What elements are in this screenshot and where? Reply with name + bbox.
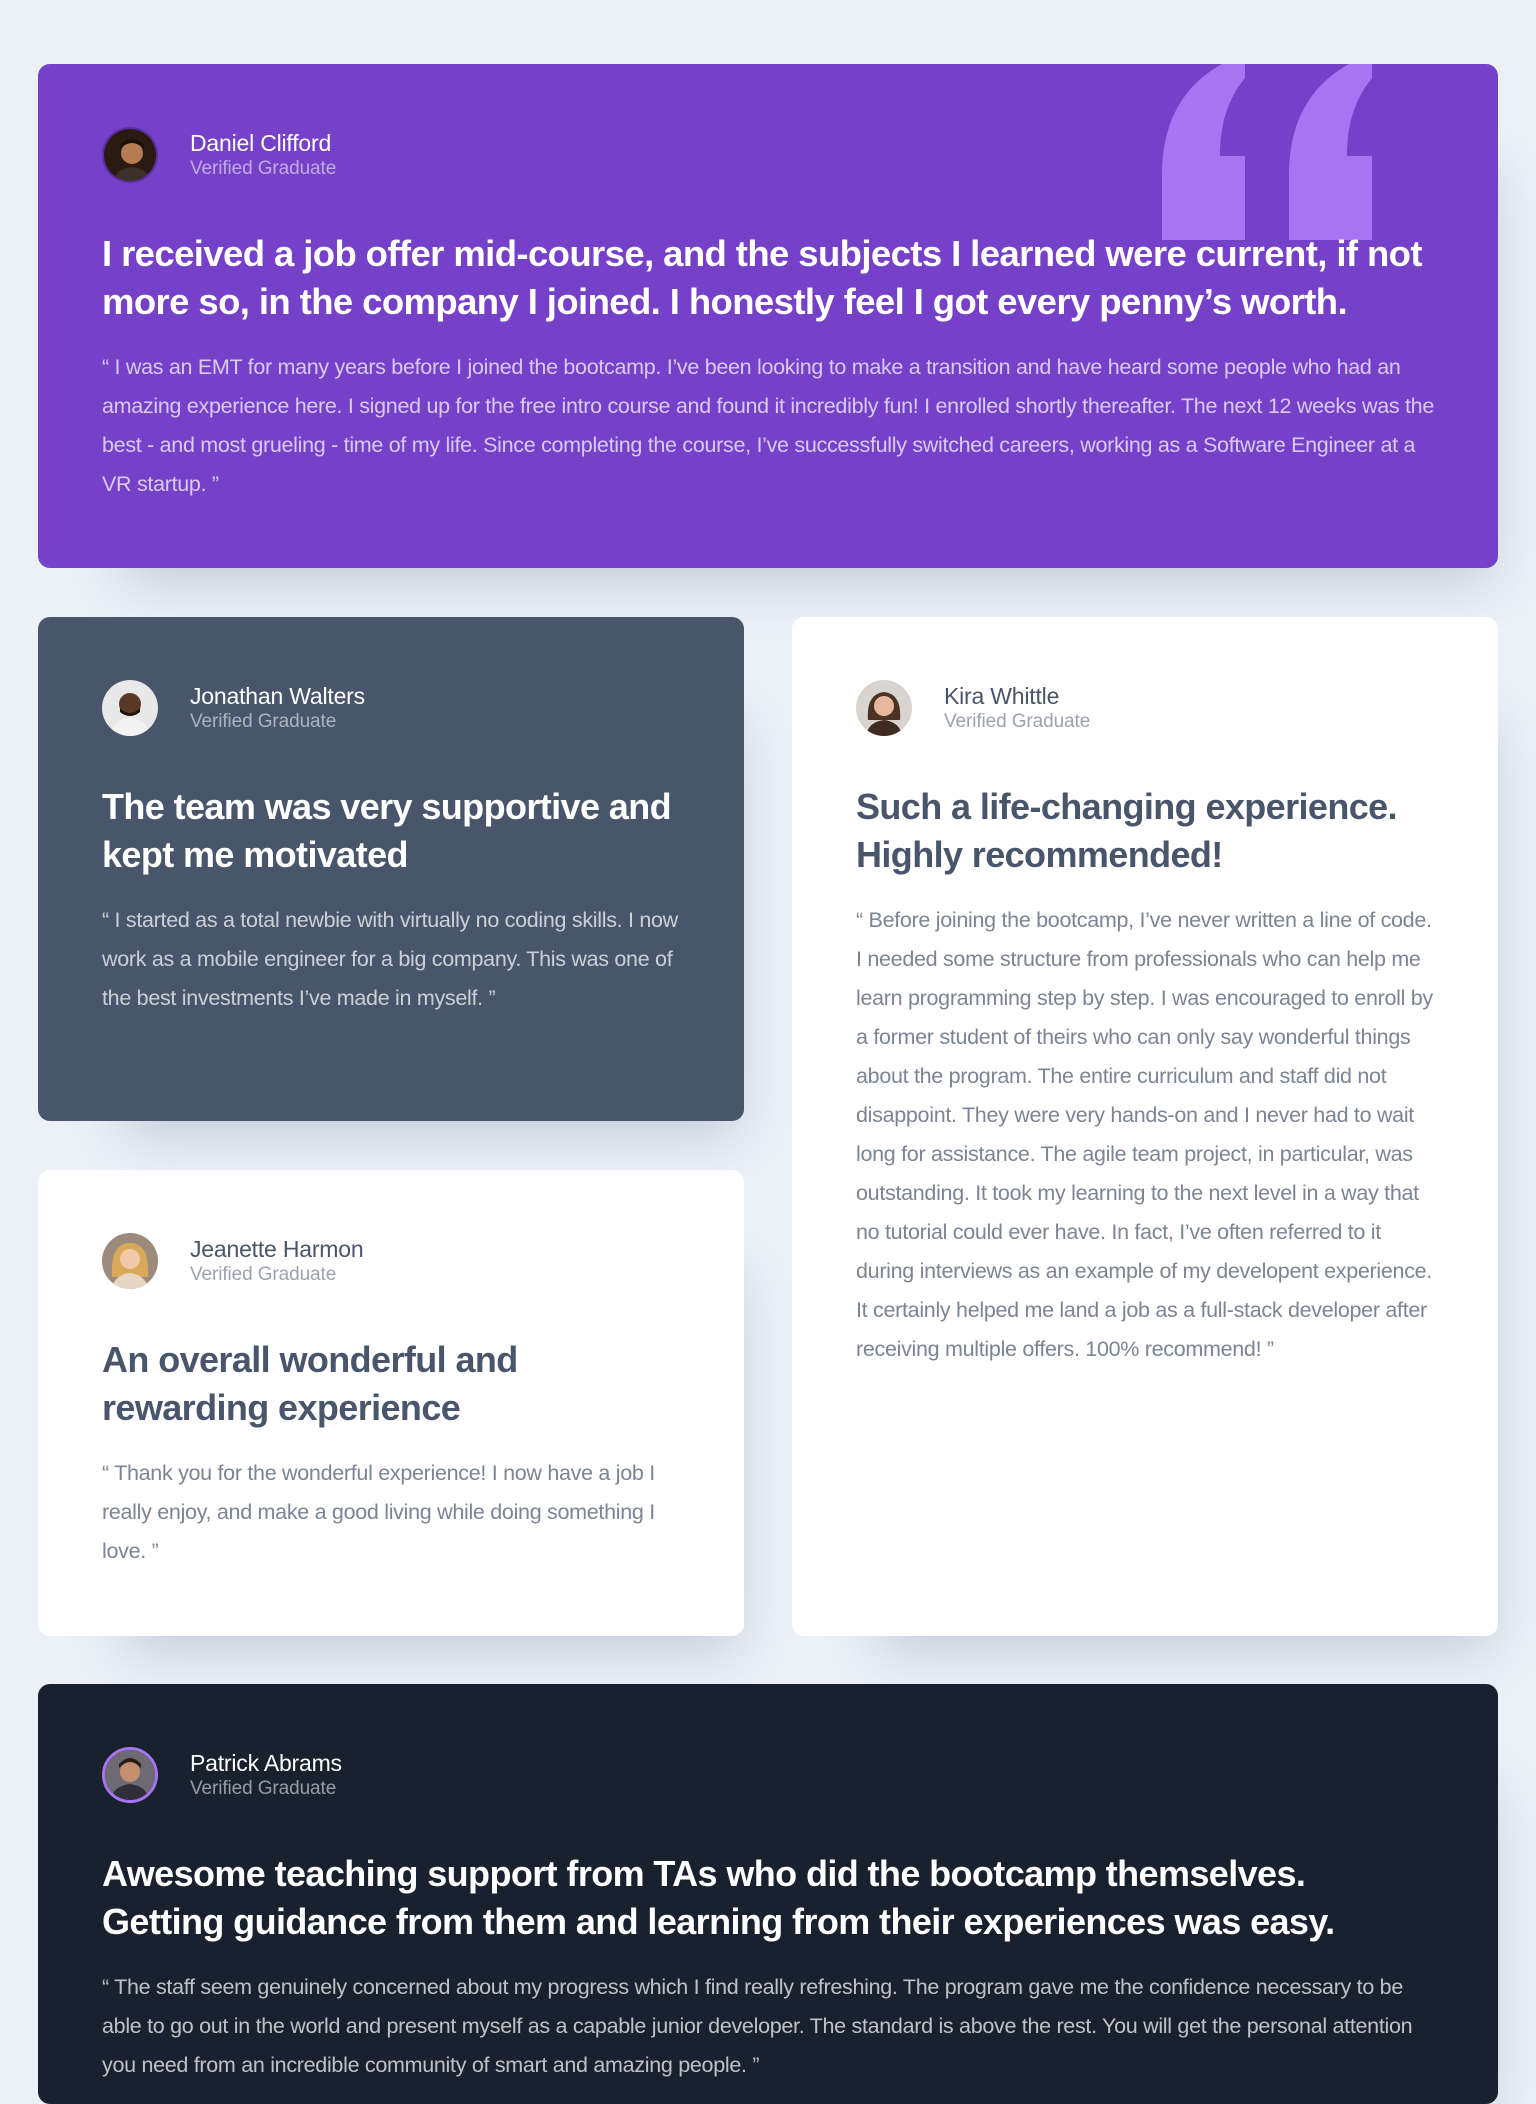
testimonial-header: Jonathan Walters Verified Graduate (102, 679, 680, 737)
author-name: Kira Whittle (944, 683, 1060, 709)
testimonial-headline: I received a job offer mid-course, and t… (102, 233, 1423, 322)
avatar (856, 680, 912, 736)
author-role: Verified Graduate (190, 711, 337, 732)
testimonial-header: Kira Whittle Verified Graduate (856, 679, 1434, 737)
author-role: Verified Graduate (190, 158, 337, 179)
testimonial-body: “ I was an EMT for many years before I j… (102, 355, 1435, 496)
author-role: Verified Graduate (944, 711, 1091, 732)
testimonial-headline: Such a life-changing experience. Highly … (856, 786, 1398, 875)
testimonial-headline: Awesome teaching support from TAs who di… (102, 1853, 1335, 1942)
author-role: Verified Graduate (190, 1778, 337, 1799)
testimonial-headline: An overall wonderful and rewarding exper… (102, 1339, 518, 1428)
avatar (102, 127, 158, 183)
testimonial-header: Daniel Clifford Verified Graduate (102, 126, 1434, 184)
avatar (102, 680, 158, 736)
author-name: Jonathan Walters (190, 683, 365, 709)
author-name: Jeanette Harmon (190, 1236, 364, 1262)
testimonial-body: “ Before joining the bootcamp, I’ve neve… (856, 908, 1433, 1361)
author-name: Daniel Clifford (190, 130, 332, 156)
testimonial-header: Jeanette Harmon Verified Graduate (102, 1232, 680, 1290)
testimonial-body: “ The staff seem genuinely concerned abo… (102, 1975, 1413, 2077)
testimonial-card-jonathan-walters: Jonathan Walters Verified Graduate The t… (38, 617, 744, 1121)
testimonial-card-kira-whittle: Kira Whittle Verified Graduate Such a li… (792, 617, 1498, 1636)
testimonial-card-daniel-clifford: Daniel Clifford Verified Graduate I rece… (38, 64, 1498, 568)
testimonial-header: Patrick Abrams Verified Graduate (102, 1746, 1434, 1804)
avatar (102, 1747, 158, 1803)
testimonial-body: “ I started as a total newbie with virtu… (102, 908, 678, 1010)
testimonial-card-patrick-abrams: Patrick Abrams Verified Graduate Awesome… (38, 1684, 1498, 2104)
testimonial-headline: The team was very supportive and kept me… (102, 786, 672, 875)
avatar (102, 1233, 158, 1289)
author-name: Patrick Abrams (190, 1750, 342, 1776)
testimonial-card-jeanette-harmon: Jeanette Harmon Verified Graduate An ove… (38, 1170, 744, 1636)
testimonial-body: “ Thank you for the wonderful experience… (102, 1461, 655, 1563)
author-role: Verified Graduate (190, 1264, 337, 1285)
